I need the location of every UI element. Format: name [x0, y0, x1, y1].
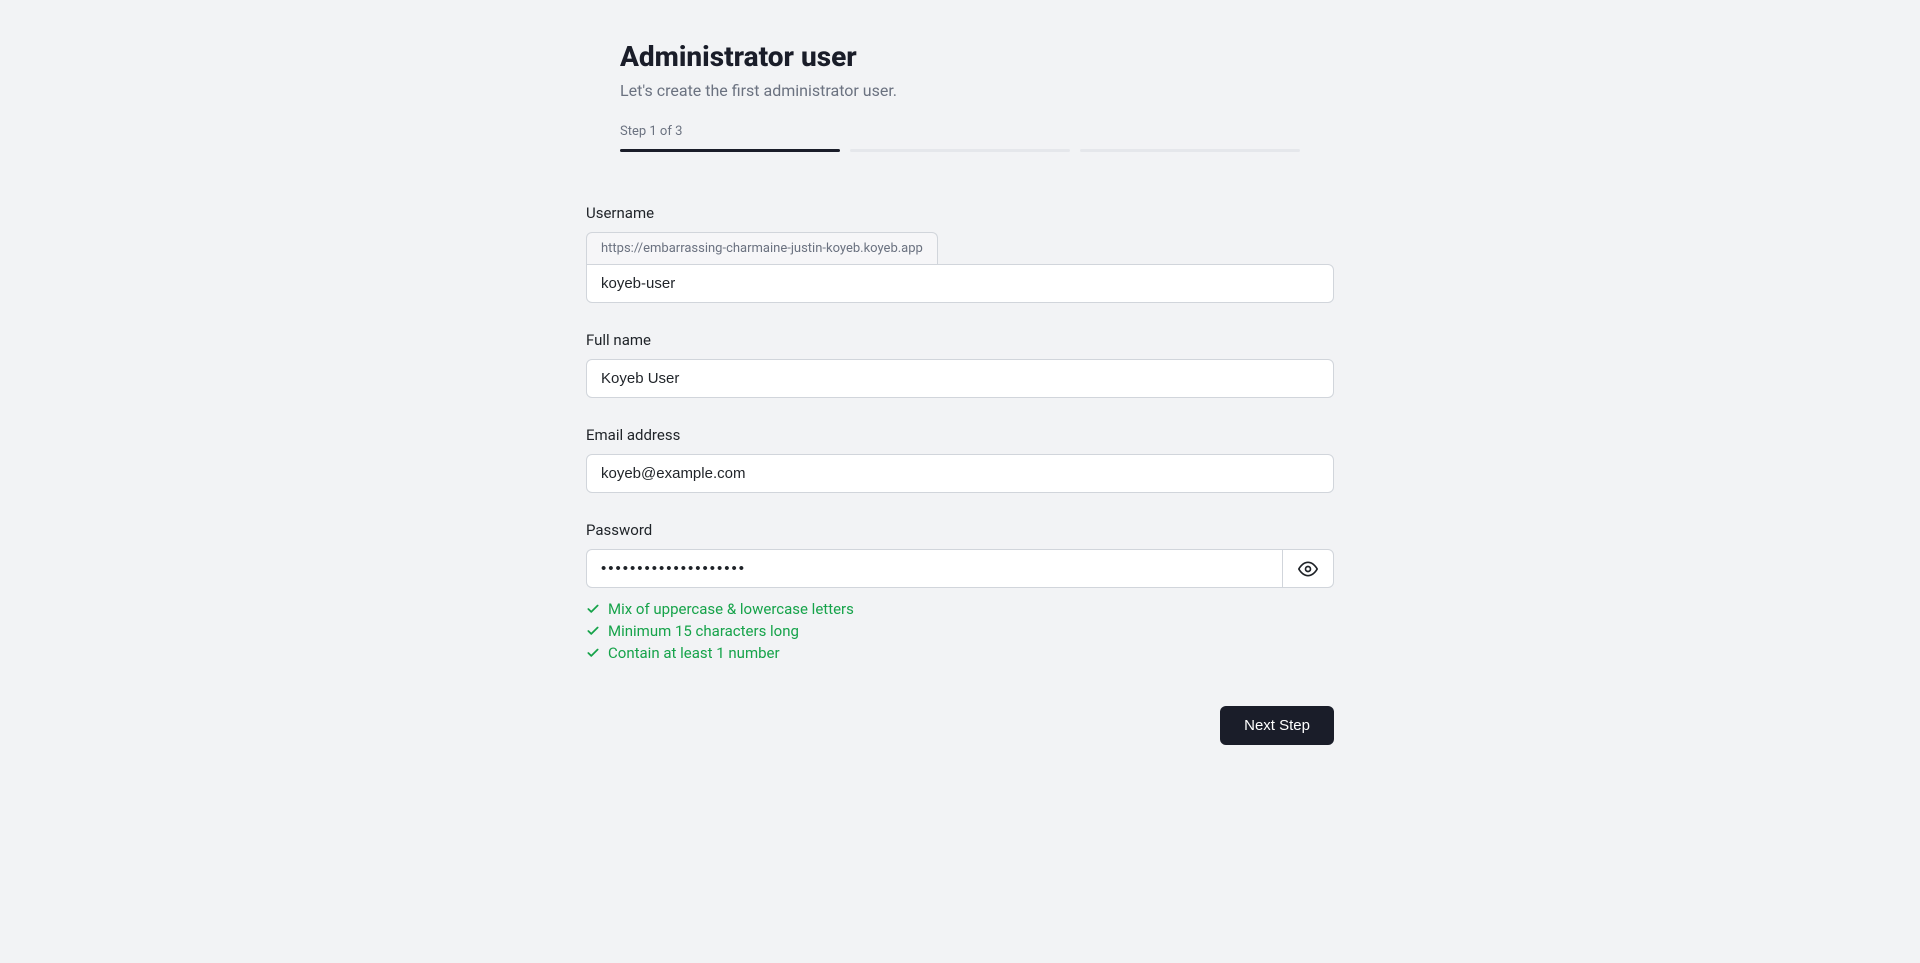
- progress-bars: [620, 149, 1300, 152]
- form-actions: Next Step: [586, 706, 1334, 745]
- requirement-item: Mix of uppercase & lowercase letters: [586, 600, 1334, 618]
- page-title: Administrator user: [620, 40, 1300, 73]
- password-label: Password: [586, 521, 1334, 539]
- check-icon: [586, 646, 600, 660]
- requirement-text: Mix of uppercase & lowercase letters: [608, 600, 854, 618]
- fullname-label: Full name: [586, 331, 1334, 349]
- password-input[interactable]: [586, 549, 1282, 588]
- eye-icon: [1298, 559, 1318, 579]
- password-requirements: Mix of uppercase & lowercase letters Min…: [586, 600, 1334, 662]
- progress-section: Step 1 of 3: [620, 124, 1300, 152]
- username-input[interactable]: [586, 264, 1334, 303]
- url-prefix: https://embarrassing-charmaine-justin-ko…: [586, 232, 938, 264]
- page-subtitle: Let's create the first administrator use…: [620, 81, 1300, 100]
- email-input[interactable]: [586, 454, 1334, 493]
- requirement-text: Contain at least 1 number: [608, 644, 780, 662]
- check-icon: [586, 602, 600, 616]
- progress-segment-1: [620, 149, 840, 152]
- requirement-item: Minimum 15 characters long: [586, 622, 1334, 640]
- check-icon: [586, 624, 600, 638]
- requirement-text: Minimum 15 characters long: [608, 622, 799, 640]
- requirement-item: Contain at least 1 number: [586, 644, 1334, 662]
- step-label: Step 1 of 3: [620, 124, 1300, 139]
- fullname-group: Full name: [586, 331, 1334, 398]
- email-group: Email address: [586, 426, 1334, 493]
- progress-segment-2: [850, 149, 1070, 152]
- username-label: Username: [586, 204, 1334, 222]
- password-group: Password Mix of uppercase & lowercase le…: [586, 521, 1334, 662]
- fullname-input[interactable]: [586, 359, 1334, 398]
- password-visibility-toggle[interactable]: [1282, 549, 1334, 588]
- next-step-button[interactable]: Next Step: [1220, 706, 1334, 745]
- page-header: Administrator user Let's create the firs…: [620, 40, 1300, 100]
- email-label: Email address: [586, 426, 1334, 444]
- username-group: Username https://embarrassing-charmaine-…: [586, 204, 1334, 303]
- progress-segment-3: [1080, 149, 1300, 152]
